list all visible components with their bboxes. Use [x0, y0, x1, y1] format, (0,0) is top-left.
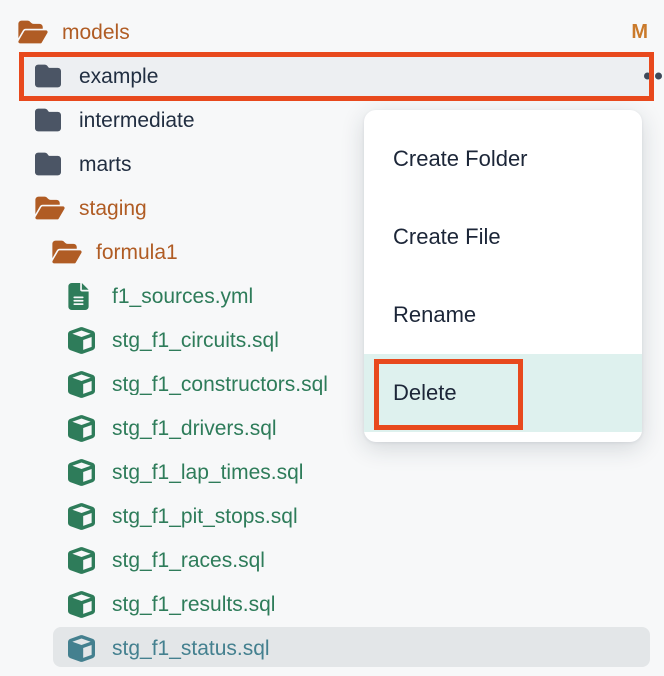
folder-open-icon [35, 195, 65, 221]
tree-item-label: stg_f1_results.sql [112, 593, 275, 615]
tree-item-label: stg_f1_constructors.sql [112, 373, 328, 395]
model-cube-icon [68, 503, 95, 530]
tree-item-label: formula1 [96, 241, 178, 263]
menu-item-create-file[interactable]: Create File [364, 198, 642, 276]
folder-icon [35, 151, 61, 177]
context-menu: Create Folder Create File Rename Delete [364, 110, 642, 442]
tree-item-label: stg_f1_circuits.sql [112, 329, 279, 351]
menu-item-label: Delete [393, 380, 457, 406]
menu-item-rename[interactable]: Rename [364, 276, 642, 354]
model-cube-icon [68, 415, 95, 442]
tree-item-stg-f1-lap-times-sql[interactable]: stg_f1_lap_times.sql A [0, 452, 664, 492]
tree-item-label: example [79, 65, 158, 87]
model-cube-icon [68, 327, 95, 354]
tree-item-label: staging [79, 197, 147, 219]
tree-item-label: models [62, 21, 130, 43]
menu-item-label: Create File [393, 224, 501, 250]
tree-item-example[interactable]: example [0, 56, 664, 96]
menu-item-label: Create Folder [393, 146, 528, 172]
tree-item-models[interactable]: models M [0, 12, 664, 52]
file-lines-icon [68, 283, 89, 310]
menu-item-create-folder[interactable]: Create Folder [364, 120, 642, 198]
tree-item-stg-f1-results-sql[interactable]: stg_f1_results.sql A [0, 584, 664, 624]
tree-item-stg-f1-races-sql[interactable]: stg_f1_races.sql A [0, 540, 664, 580]
menu-item-label: Rename [393, 302, 476, 328]
folder-icon [35, 63, 61, 89]
tree-item-label: stg_f1_races.sql [112, 549, 265, 571]
tree-item-label: marts [79, 153, 132, 175]
tree-item-stg-f1-pit-stops-sql[interactable]: stg_f1_pit_stops.sql A [0, 496, 664, 536]
tree-item-label: stg_f1_pit_stops.sql [112, 505, 298, 527]
tree-item-label: stg_f1_lap_times.sql [112, 461, 303, 483]
folder-open-icon [52, 239, 82, 265]
folder-icon [35, 107, 61, 133]
status-badge-m: M [631, 22, 648, 42]
tree-item-label: f1_sources.yml [112, 285, 253, 307]
model-cube-icon [68, 371, 95, 398]
folder-open-icon [18, 19, 48, 45]
tree-item-label: intermediate [79, 109, 195, 131]
model-cube-icon [68, 635, 95, 662]
model-cube-icon [68, 547, 95, 574]
tree-item-label: stg_f1_status.sql [112, 637, 270, 659]
tree-item-stg-f1-status-sql[interactable]: stg_f1_status.sql A [0, 628, 664, 668]
file-explorer-panel: models M example intermediate marts stag… [0, 0, 664, 676]
menu-item-delete[interactable]: Delete [364, 354, 642, 432]
tree-item-label: stg_f1_drivers.sql [112, 417, 277, 439]
ellipsis-menu-icon[interactable] [644, 67, 664, 86]
model-cube-icon [68, 591, 95, 618]
model-cube-icon [68, 459, 95, 486]
